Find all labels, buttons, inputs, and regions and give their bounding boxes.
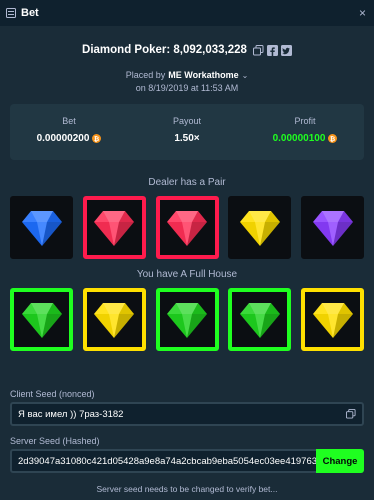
- player-hand-title: You have A Full House: [136, 269, 238, 280]
- player-card-4: [228, 288, 292, 351]
- stat-bet: Bet 0.00000200 ₿: [10, 104, 128, 160]
- red-diamond-icon: [92, 208, 136, 248]
- bitcoin-icon: ₿: [328, 134, 338, 143]
- green-diamond-icon: [20, 300, 64, 340]
- bet-date: on 8/19/2019 at 11:53 AM: [135, 83, 239, 93]
- blue-diamond-icon: [20, 208, 64, 248]
- player-card-2: [82, 288, 146, 351]
- player-card-1: [10, 288, 73, 351]
- window-titlebar: Bet ×: [0, 0, 374, 26]
- twitter-icon[interactable]: [280, 44, 292, 56]
- placed-by-line: Placed by ME Workathome ⌄: [0, 70, 374, 80]
- stat-payout: Payout 1.50×: [128, 104, 246, 160]
- red-diamond-icon: [165, 208, 209, 248]
- client-seed-label: Client Seed (nonced): [10, 389, 95, 399]
- dealer-card-2: [82, 196, 146, 259]
- bitcoin-icon: ₿: [92, 134, 102, 143]
- bet-title: Diamond Poker: 8,092,033,228: [82, 44, 247, 56]
- client-seed-value: Я вас имел )) 7раз-3182: [18, 408, 124, 420]
- stat-profit-value: 0.00000100: [272, 133, 326, 144]
- bet-header: Diamond Poker: 8,092,033,228 Placed by M…: [0, 44, 374, 93]
- copy-icon[interactable]: [340, 404, 362, 424]
- copy-icon[interactable]: [252, 44, 264, 56]
- stat-payout-label: Payout: [172, 116, 202, 126]
- green-diamond-icon: [165, 300, 209, 340]
- player-card-5: [301, 288, 364, 351]
- placed-by-label: Placed by: [125, 70, 166, 80]
- yellow-diamond-icon: [238, 208, 282, 248]
- window-title: Bet: [21, 7, 39, 19]
- server-seed-label: Server Seed (Hashed): [10, 436, 100, 446]
- yellow-diamond-icon: [92, 300, 136, 340]
- username-link[interactable]: ME Workathome: [168, 70, 238, 80]
- server-seed-field[interactable]: 2d39047a31080c421d05428a9e8a74a2cbcab9eb…: [10, 449, 318, 473]
- change-seed-button[interactable]: Change: [316, 449, 364, 473]
- player-cards: [10, 288, 364, 351]
- stat-profit: Profit 0.00000100 ₿: [246, 104, 364, 160]
- svg-text:₿: ₿: [330, 135, 335, 143]
- green-diamond-icon: [238, 300, 282, 340]
- facebook-icon[interactable]: [266, 44, 278, 56]
- server-seed-value: 2d39047a31080c421d05428a9e8a74a2cbcab9eb…: [18, 455, 316, 467]
- bet-stats-panel: Bet 0.00000200 ₿ Payout 1.50× Profit 0.0…: [10, 104, 364, 160]
- dealer-card-4: [228, 196, 292, 259]
- dealer-card-3: [155, 196, 219, 259]
- dealer-card-5: [301, 196, 364, 259]
- yellow-diamond-icon: [311, 300, 355, 340]
- stat-profit-label: Profit: [294, 116, 316, 126]
- stat-payout-value: 1.50×: [174, 133, 200, 144]
- verify-note: Server seed needs to be changed to verif…: [96, 484, 278, 494]
- client-seed-field[interactable]: Я вас имел )) 7раз-3182: [10, 402, 364, 426]
- stat-bet-value: 0.00000200: [36, 133, 90, 144]
- stat-bet-label: Bet: [62, 116, 76, 126]
- chevron-down-icon[interactable]: ⌄: [242, 71, 249, 80]
- dealer-cards: [10, 196, 364, 259]
- player-card-3: [155, 288, 219, 351]
- close-icon[interactable]: ×: [359, 6, 366, 20]
- bet-window-icon: [6, 8, 16, 18]
- purple-diamond-icon: [311, 208, 355, 248]
- dealer-hand-title: Dealer has a Pair: [148, 177, 226, 188]
- svg-text:₿: ₿: [94, 135, 99, 143]
- dealer-card-1: [10, 196, 73, 259]
